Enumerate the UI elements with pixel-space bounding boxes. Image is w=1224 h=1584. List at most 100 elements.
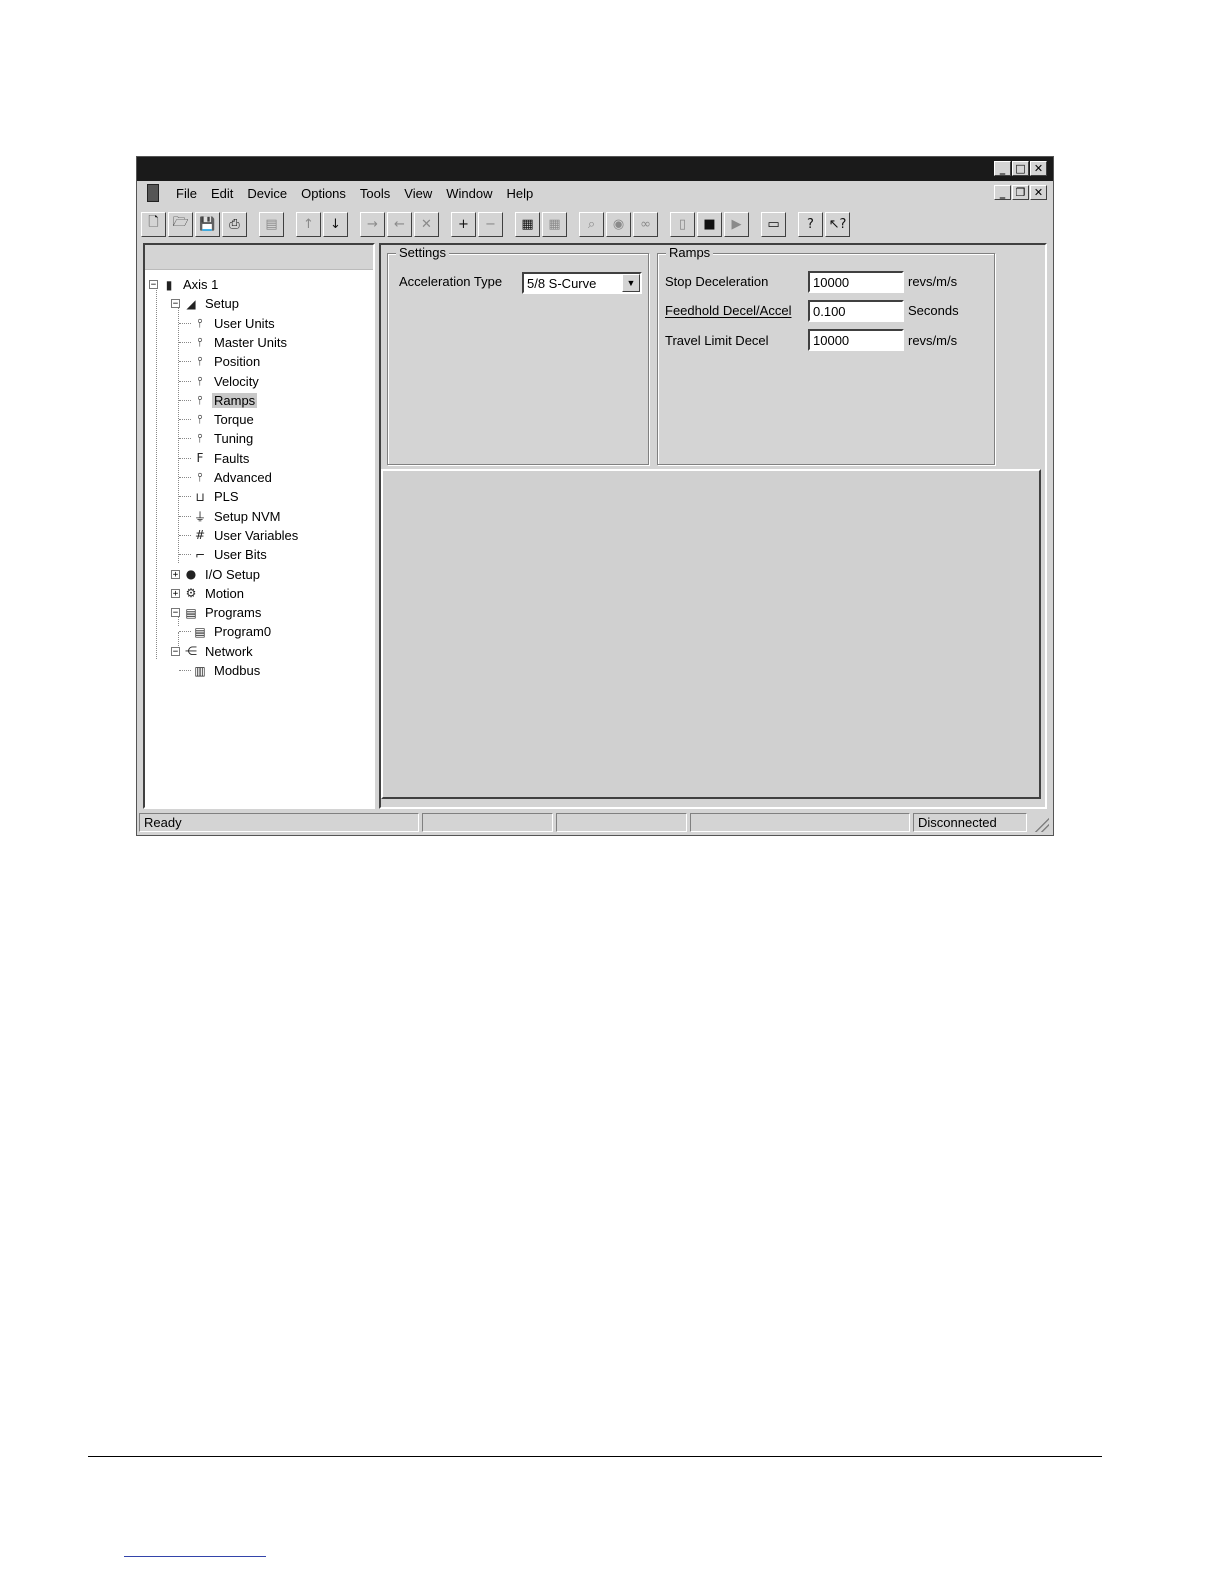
close-button[interactable]: ✕ — [1030, 161, 1047, 176]
cancel-icon[interactable]: ✕ — [414, 211, 439, 237]
ramps-properties-pane: Settings Acceleration Type 5/8 S-Curve ▼… — [379, 243, 1047, 809]
collapse-icon[interactable]: − — [171, 299, 180, 309]
expand-icon[interactable]: + — [171, 588, 180, 598]
tree-item-label: Setup — [205, 296, 239, 312]
status-text: Ready — [139, 813, 419, 832]
open-folder-icon[interactable]: 🗁 — [168, 211, 193, 237]
menu-edit[interactable]: Edit — [204, 186, 240, 201]
stop-deceleration-input[interactable]: 10000 — [808, 271, 904, 293]
upload-icon[interactable]: ↑ — [296, 211, 321, 237]
acceleration-type-select[interactable]: 5/8 S-Curve ▼ — [522, 272, 642, 294]
watch-icon[interactable]: ⌕ — [579, 211, 604, 237]
axis-drive-icon: ▮ — [165, 277, 173, 292]
menu-device[interactable]: Device — [240, 186, 294, 201]
tree-item[interactable]: + ⚙ Motion — [171, 584, 246, 603]
document-minimize-button[interactable]: _ — [994, 185, 1011, 200]
document-restore-button[interactable]: ❐ — [1012, 185, 1029, 200]
network-icon: ⋲ — [185, 644, 197, 659]
monitor-icon[interactable]: ◉ — [606, 211, 631, 237]
setup-item-icon: ⫯ — [197, 354, 203, 369]
menu-bar: File Edit Device Options Tools View Wind… — [137, 181, 1053, 205]
download-icon[interactable]: ↓ — [323, 211, 348, 237]
tree-item-label: Axis 1 — [183, 277, 219, 292]
settings-legend: Settings — [396, 245, 449, 260]
properties-icon[interactable]: ▤ — [259, 211, 284, 237]
glasses-icon[interactable]: ∞ — [633, 211, 658, 237]
menu-window[interactable]: Window — [439, 186, 499, 201]
new-file-icon[interactable]: 🗋 — [141, 211, 166, 237]
connect-icon[interactable]: → — [360, 211, 385, 237]
tree-item[interactable]: ⫯ User Units — [179, 314, 277, 333]
setup-item-icon: ⫯ — [197, 431, 203, 446]
tree-item[interactable]: − ▮ Axis 1 — [149, 275, 220, 294]
tree-item[interactable]: ⫯ Tuning — [179, 429, 255, 448]
collapse-icon[interactable]: − — [171, 608, 180, 618]
context-help-icon[interactable]: ↖? — [825, 211, 850, 237]
dropdown-arrow-icon[interactable]: ▼ — [622, 274, 640, 292]
programs-icon: ▤ — [185, 605, 197, 620]
acceleration-type-value: 5/8 S-Curve — [527, 276, 597, 291]
tree-item[interactable]: − ▤ Programs — [171, 603, 263, 622]
menu-help[interactable]: Help — [499, 186, 540, 201]
status-cell-4 — [690, 813, 910, 832]
help-icon[interactable]: ? — [798, 211, 823, 237]
add-axis-icon[interactable]: + — [451, 211, 476, 237]
window-icon[interactable]: ▭ — [761, 211, 786, 237]
document-close-button[interactable]: ✕ — [1030, 185, 1047, 200]
tree-header — [145, 245, 373, 270]
run-icon[interactable]: ▶ — [724, 211, 749, 237]
feedhold-decel-input[interactable]: 0.100 — [808, 300, 904, 322]
menu-options[interactable]: Options — [294, 186, 353, 201]
print-icon[interactable]: ⎙ — [222, 211, 247, 237]
feedhold-decel-unit: Seconds — [908, 303, 959, 318]
minimize-button[interactable]: _ — [994, 161, 1011, 176]
tree-item[interactable]: ⫯ Ramps — [179, 391, 258, 410]
connection-status: Disconnected — [913, 813, 1027, 832]
collapse-icon[interactable]: − — [149, 280, 158, 290]
remove-axis-icon[interactable]: − — [478, 211, 503, 237]
menu-file[interactable]: File — [169, 186, 204, 201]
expand-icon[interactable]: + — [171, 569, 180, 579]
program-disabled-icon[interactable]: ▦ — [542, 211, 567, 237]
save-icon[interactable]: 💾 — [195, 211, 220, 237]
tree-item[interactable]: ⊔ PLS — [179, 487, 241, 506]
window-controls: _ □ ✕ — [994, 161, 1047, 176]
tree-item-label: User Units — [214, 315, 275, 331]
tree-item[interactable]: + ● I/O Setup — [171, 565, 262, 584]
tree-item-label: Motion — [205, 585, 245, 601]
feedhold-decel-label: Feedhold Decel/Accel — [665, 303, 792, 318]
tree-item[interactable]: F Faults — [179, 449, 251, 468]
pls-icon: ⊔ — [195, 489, 205, 504]
tree-item[interactable]: # User Variables — [179, 526, 300, 545]
tree-item[interactable]: ⌐ User Bits — [179, 545, 269, 564]
tree-item[interactable]: ⏚ Setup NVM — [179, 507, 282, 526]
resize-grip-icon[interactable] — [1035, 818, 1049, 832]
tree-item[interactable]: ▤ Program0 — [179, 622, 273, 641]
tree-item[interactable]: ▥ Modbus — [179, 661, 262, 680]
menu-tools[interactable]: Tools — [353, 186, 397, 201]
tree-item[interactable]: − ⋲ Network — [171, 642, 255, 661]
maximize-button[interactable]: □ — [1012, 161, 1029, 176]
empty-work-area — [381, 469, 1041, 799]
tree-item[interactable]: ⫯ Velocity — [179, 372, 261, 391]
travel-limit-decel-input[interactable]: 10000 — [808, 329, 904, 351]
tree-item[interactable]: ⫯ Master Units — [179, 333, 289, 352]
app-icon[interactable] — [147, 184, 159, 202]
program-icon[interactable]: ▦ — [515, 211, 540, 237]
tree-item[interactable]: ⫯ Torque — [179, 410, 256, 429]
tree-item[interactable]: − ◢ Setup — [171, 294, 241, 313]
collapse-icon[interactable]: − — [171, 646, 180, 656]
stop-icon[interactable]: ■ — [697, 211, 722, 237]
status-bar: Ready Disconnected — [137, 813, 1053, 835]
tree-item-label: Tuning — [214, 431, 254, 447]
disconnect-icon[interactable]: ← — [387, 211, 412, 237]
program-icon: ▤ — [194, 624, 206, 639]
tree-item[interactable]: ⫯ Position — [179, 352, 262, 371]
tree-item[interactable]: ⫯ Advanced — [179, 468, 274, 487]
status-cell-3 — [556, 813, 687, 832]
setup-item-icon: ⫯ — [197, 373, 203, 388]
menu-view[interactable]: View — [397, 186, 439, 201]
drive-icon[interactable]: ▯ — [670, 211, 695, 237]
tree-item-label: Position — [214, 354, 261, 370]
title-bar[interactable]: _ □ ✕ — [137, 157, 1053, 181]
